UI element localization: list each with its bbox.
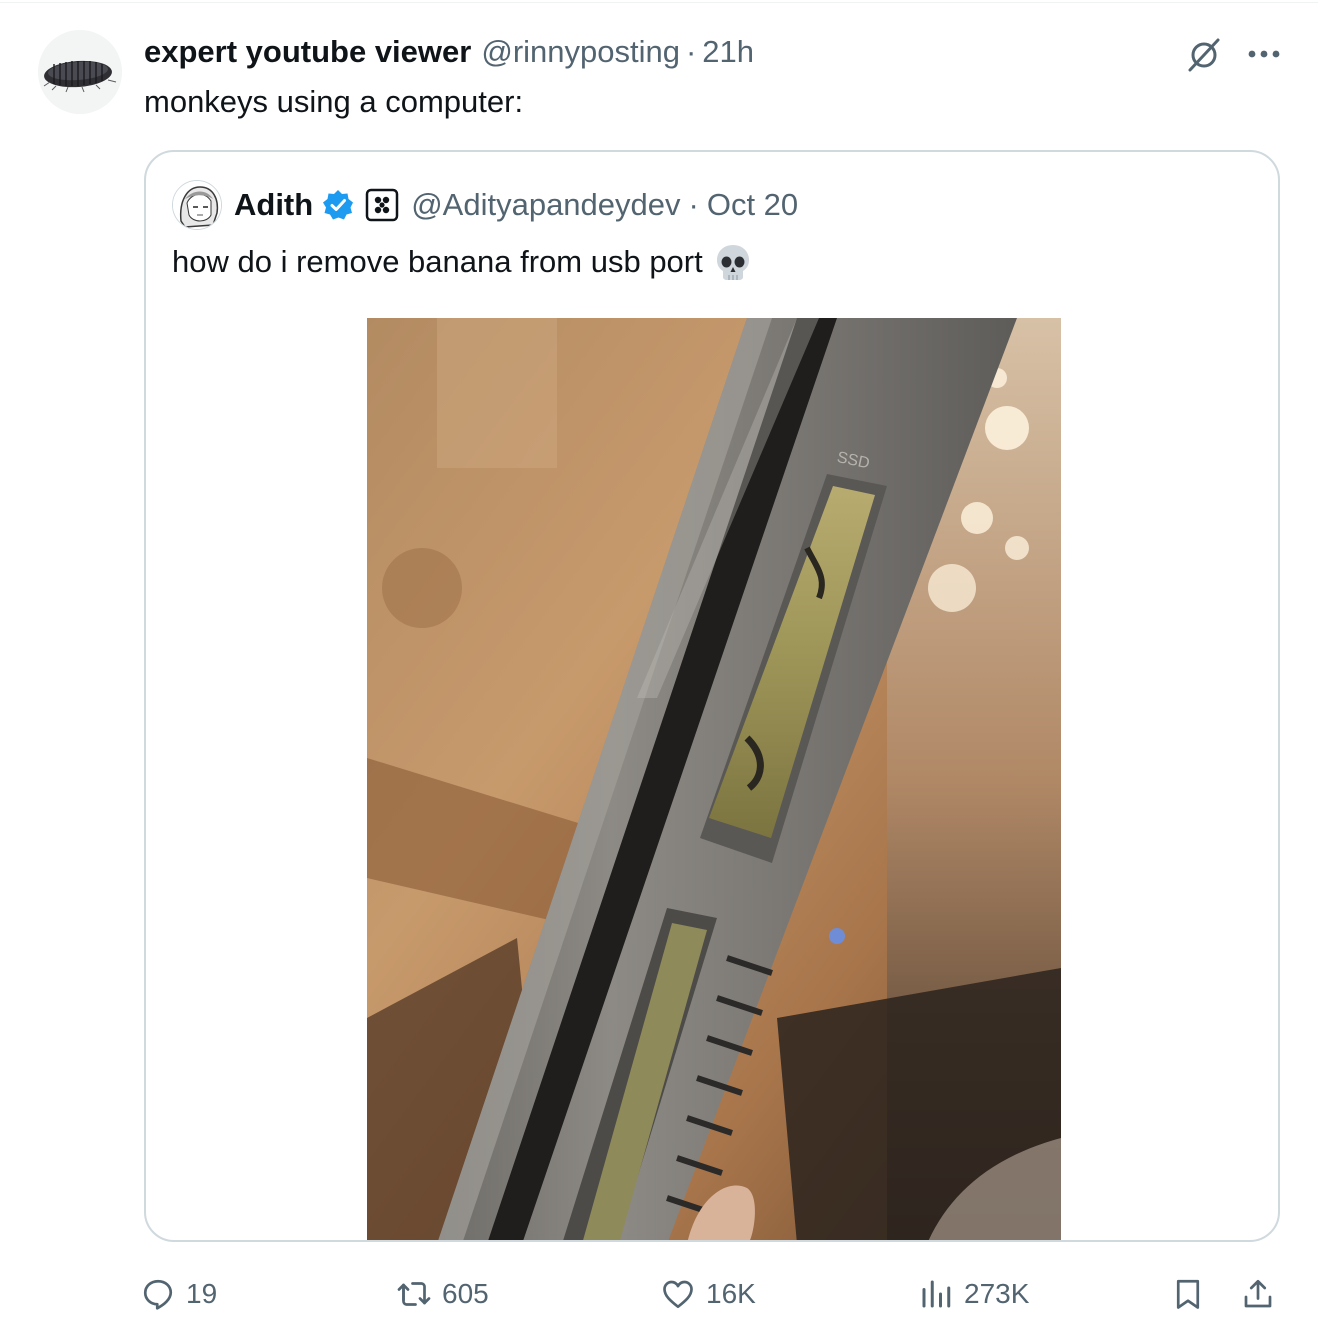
laptop-banana-photo: SSD <box>367 318 1061 1240</box>
bookmark-button[interactable] <box>1170 1266 1206 1322</box>
views-chart-icon <box>922 1280 951 1308</box>
quoted-tweet-text: how do i remove banana from usb port <box>172 244 703 279</box>
separator-dot: · <box>685 34 697 69</box>
views-count: 273K <box>964 1278 1030 1309</box>
pillbug-avatar-image <box>38 30 122 114</box>
bookmark-icon <box>1176 1279 1200 1309</box>
quoted-author-handle[interactable]: @Adityapandeydev <box>411 187 680 223</box>
tweet-text: monkeys using a computer: <box>144 84 524 119</box>
more-icon <box>1248 50 1280 58</box>
like-count: 16K <box>706 1278 756 1309</box>
reply-button[interactable]: 19 <box>140 1266 217 1322</box>
reply-icon <box>143 1279 173 1310</box>
grok-icon <box>1188 38 1220 72</box>
quoted-tweet-photo[interactable]: SSD <box>367 318 1061 1240</box>
quoted-tweet-time[interactable]: Oct 20 <box>707 187 798 223</box>
more-button[interactable] <box>1240 32 1288 76</box>
tweet-time[interactable]: 21h <box>702 34 754 70</box>
heart-icon <box>663 1280 693 1309</box>
author-avatar[interactable] <box>38 30 122 114</box>
affiliation-badge-icon[interactable] <box>365 188 399 222</box>
tweet-actions: 19 605 16K 273K <box>140 1266 1290 1322</box>
quoted-author-display-name[interactable]: Adith <box>234 187 313 223</box>
tweet-header: expert youtube viewer @rinnyposting · 21… <box>144 30 754 74</box>
quoted-author-avatar[interactable] <box>172 180 222 230</box>
skull-emoji-icon <box>713 242 753 282</box>
anime-avatar-image <box>173 181 221 229</box>
like-button[interactable]: 16K <box>660 1266 756 1322</box>
separator-dot: · <box>688 187 699 222</box>
share-button[interactable] <box>1240 1266 1276 1322</box>
grok-button[interactable] <box>1180 32 1228 76</box>
reply-count: 19 <box>186 1278 218 1309</box>
divider <box>0 2 1318 3</box>
author-display-name[interactable]: expert youtube viewer <box>144 34 471 70</box>
author-handle[interactable]: @rinnyposting <box>481 34 680 70</box>
quoted-tweet-text-row: how do i remove banana from usb port <box>172 240 753 284</box>
share-icon <box>1244 1279 1272 1308</box>
quoted-tweet-header: Adith @Adityapandeydev · Oct 20 <box>172 180 798 230</box>
tweet: expert youtube viewer @rinnyposting · 21… <box>0 0 1318 1340</box>
quoted-tweet[interactable]: Adith @Adityapandeydev · Oct 20 how do i… <box>144 150 1280 1242</box>
repost-count: 605 <box>442 1278 489 1309</box>
repost-button[interactable]: 605 <box>396 1266 489 1322</box>
repost-icon <box>397 1282 431 1306</box>
verified-badge-icon <box>321 188 355 222</box>
views-button[interactable]: 273K <box>918 1266 1029 1322</box>
